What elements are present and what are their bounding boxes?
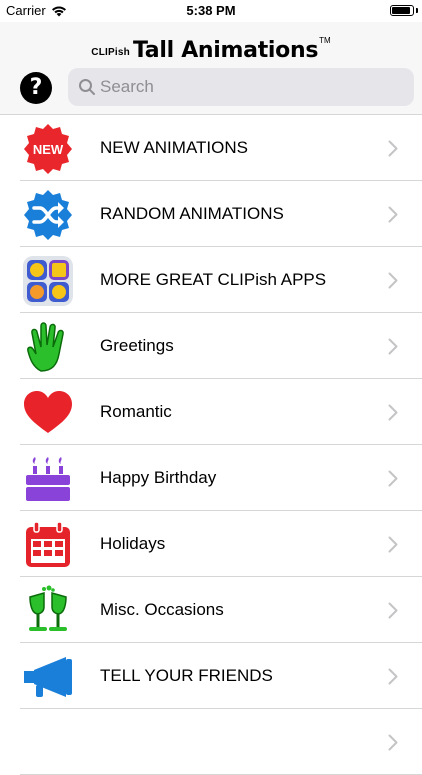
chevron-right-icon bbox=[388, 338, 398, 355]
app-title-text: Tall Animations bbox=[132, 38, 319, 63]
battery-icon bbox=[390, 5, 414, 16]
chevron-right-icon bbox=[388, 272, 398, 289]
list-item-happy-birthday[interactable]: Happy Birthday bbox=[0, 445, 422, 511]
chevron-right-icon bbox=[388, 536, 398, 553]
list-item-random-animations[interactable]: RANDOM ANIMATIONS bbox=[0, 181, 422, 247]
champagne-toast-icon bbox=[29, 585, 67, 631]
status-bar: Carrier 5:38 PM bbox=[0, 0, 422, 22]
calendar-icon bbox=[26, 521, 70, 567]
battery-tip bbox=[416, 8, 418, 13]
list-item-greetings[interactable]: Greetings bbox=[0, 313, 422, 379]
chevron-right-icon bbox=[388, 668, 398, 685]
list-item-more-apps[interactable]: MORE GREAT CLIPish APPS bbox=[0, 247, 422, 313]
help-button[interactable]: ? bbox=[20, 72, 52, 104]
chevron-right-icon bbox=[388, 206, 398, 223]
heart-icon bbox=[24, 391, 72, 433]
list-item-romantic[interactable]: Romantic bbox=[0, 379, 422, 445]
apps-grid-icon bbox=[23, 256, 73, 306]
chevron-right-icon bbox=[388, 404, 398, 421]
header: CLIPish Tall AnimationsTM ? bbox=[0, 22, 422, 115]
list-item-label: Greetings bbox=[100, 336, 174, 355]
battery-level bbox=[392, 7, 410, 14]
app-title: CLIPish Tall AnimationsTM bbox=[0, 36, 422, 63]
list-item-label: Misc. Occasions bbox=[100, 600, 224, 619]
list-item-label: Happy Birthday bbox=[100, 468, 217, 487]
chevron-right-icon bbox=[388, 140, 398, 157]
search-bar[interactable] bbox=[68, 68, 414, 106]
new-badge-icon: NEW bbox=[24, 124, 72, 174]
list-item-label: TELL YOUR FRIENDS bbox=[100, 666, 273, 685]
trademark-mark: TM bbox=[319, 36, 331, 45]
category-list: NEW NEW ANIMATIONS RANDOM ANIMATIONS MOR… bbox=[0, 115, 422, 775]
list-item-misc-occasions[interactable]: Misc. Occasions bbox=[0, 577, 422, 643]
list-item-label: Romantic bbox=[100, 402, 172, 421]
birthday-cake-icon bbox=[26, 457, 70, 501]
chevron-right-icon bbox=[388, 470, 398, 487]
shuffle-badge-icon bbox=[24, 190, 72, 240]
megaphone-icon bbox=[24, 657, 72, 697]
search-input[interactable] bbox=[100, 68, 400, 106]
svg-text:NEW: NEW bbox=[33, 142, 64, 157]
list-item-tell-your-friends[interactable]: TELL YOUR FRIENDS bbox=[0, 643, 422, 709]
waving-hand-icon bbox=[27, 322, 64, 372]
list-item-partial[interactable] bbox=[0, 709, 422, 775]
search-icon bbox=[79, 79, 95, 95]
list-item-label: RANDOM ANIMATIONS bbox=[100, 204, 284, 223]
status-time: 5:38 PM bbox=[186, 3, 236, 18]
list-item-label: NEW ANIMATIONS bbox=[100, 138, 248, 157]
list-item-label: Holidays bbox=[100, 534, 166, 553]
list-item-label: MORE GREAT CLIPish APPS bbox=[100, 270, 327, 289]
list-item-new-animations[interactable]: NEW NEW ANIMATIONS bbox=[0, 115, 422, 181]
brand-prefix: CLIPish bbox=[91, 47, 130, 58]
chevron-right-icon bbox=[388, 602, 398, 619]
chevron-right-icon bbox=[388, 734, 398, 751]
list-item-holidays[interactable]: Holidays bbox=[0, 511, 422, 577]
